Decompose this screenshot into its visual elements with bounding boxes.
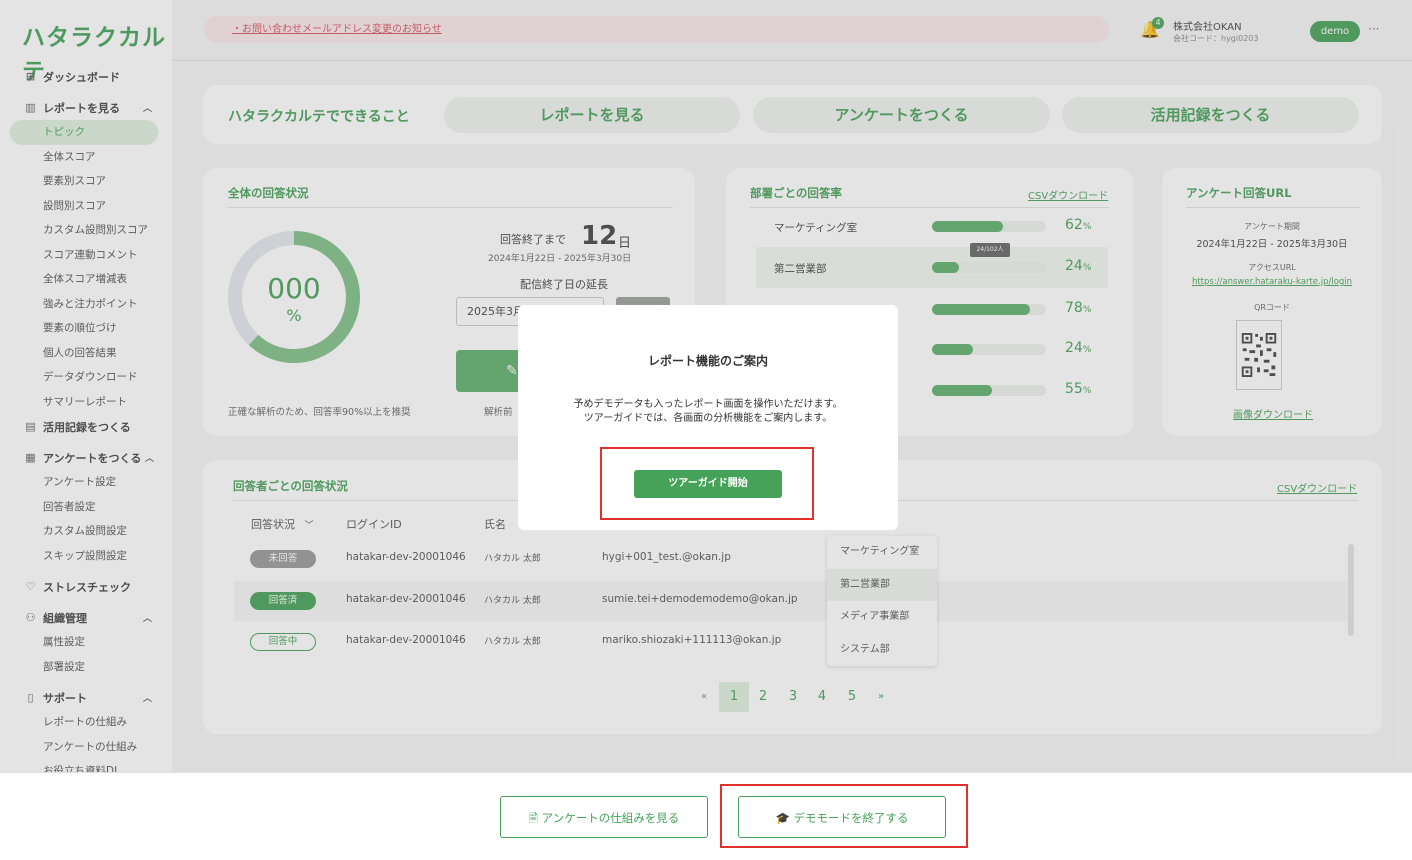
modal-line-1: 予めデモデータも入ったレポート画面を操作いただけます。 xyxy=(573,399,843,410)
modal-line-2: ツアーガイドでは、各画面の分析機能をご案内します。 xyxy=(583,413,833,424)
document-icon: 🗎 xyxy=(528,811,539,825)
highlight-box xyxy=(720,784,968,848)
modal-title: レポート機能のご案内 xyxy=(647,354,768,368)
modal-body: 予めデモデータも入ったレポート画面を操作いただけます。 ツアーガイドでは、各画面… xyxy=(518,398,898,426)
highlight-box xyxy=(600,447,814,520)
view-survey-mechanism-button[interactable]: 🗎 アンケートの仕組みを見る xyxy=(500,796,708,838)
